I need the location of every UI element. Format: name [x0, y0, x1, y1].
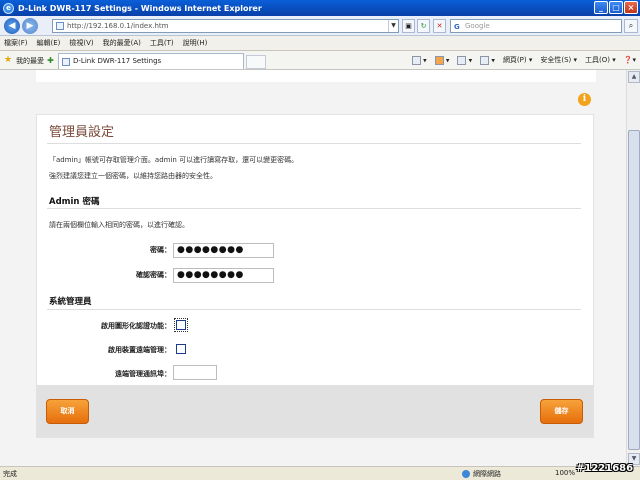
system-section-divider	[47, 309, 581, 310]
page-menu[interactable]: 網頁(P) ▾	[503, 55, 532, 65]
window-title: D-Link DWR-117 Settings - Windows Intern…	[18, 3, 262, 13]
admin-settings-panel: 管理員設定 「admin」帳號可存取管理介面。admin 可以進行讀寫存取，還可…	[36, 114, 594, 438]
search-placeholder: Google	[465, 22, 490, 30]
scrollbar-thumb[interactable]	[628, 130, 640, 450]
safety-menu[interactable]: 安全性(S) ▾	[540, 55, 577, 65]
menu-edit[interactable]: 編輯(E)	[37, 38, 61, 48]
command-bar: ▾ ▾ ▾ ▾ 網頁(P) ▾ 安全性(S) ▾ 工具(O) ▾ ❓▾	[411, 55, 636, 65]
remote-management-label: 啟用裝置遠端管理：	[108, 346, 171, 354]
google-icon: G	[454, 23, 460, 31]
page-title: 管理員設定	[49, 125, 115, 140]
zone-label: 網際網路	[473, 470, 501, 478]
confirm-password-label: 確認密碼：	[136, 271, 171, 279]
address-url: http://192.168.0.1/index.htm	[67, 22, 169, 30]
address-dropdown-icon[interactable]: ▼	[388, 20, 398, 32]
captcha-checkbox[interactable]	[174, 318, 188, 332]
remote-port-input[interactable]	[173, 365, 217, 380]
description-line-1: 「admin」帳號可存取管理介面。admin 可以進行讀寫存取，還可以變更密碼。	[49, 156, 299, 164]
forward-button[interactable]: ▶	[22, 18, 38, 34]
stop-icon[interactable]: ✕	[433, 19, 446, 33]
tab-page-icon	[62, 58, 70, 66]
captcha-label: 啟用圖形化認證功能：	[101, 322, 171, 330]
scroll-up-icon[interactable]: ▲	[628, 71, 640, 83]
mail-icon[interactable]: ▾	[457, 55, 472, 65]
remote-management-checkbox[interactable]	[176, 344, 186, 354]
admin-section-divider	[47, 208, 581, 209]
favorites-label[interactable]: 我的最愛	[16, 56, 44, 66]
info-icon[interactable]: i	[578, 93, 591, 106]
security-zone: 網際網路	[462, 469, 501, 479]
password-instruction: 請在兩個欄位輸入相同的密碼，以進行確認。	[49, 221, 189, 229]
page-menu-label: 網頁(P)	[502, 56, 527, 64]
window-title-bar: e D-Link DWR-117 Settings - Windows Inte…	[0, 0, 640, 16]
minimize-button[interactable]: _	[594, 1, 608, 14]
help-icon[interactable]: ❓▾	[624, 56, 636, 64]
menu-favorites[interactable]: 我的最愛(A)	[103, 38, 141, 48]
zoom-level[interactable]: 100%	[555, 469, 575, 477]
admin-password-heading: Admin 密碼	[49, 197, 100, 207]
status-bar: 完成 網際網路 100%	[0, 466, 640, 480]
tools-menu-label: 工具(O)	[585, 56, 611, 64]
close-window-button[interactable]: ×	[624, 1, 638, 14]
button-footer: 取消 儲存	[37, 385, 593, 437]
ie-logo-icon: e	[3, 2, 14, 14]
remote-port-label: 遠端管理通訊埠：	[115, 370, 171, 378]
vertical-scrollbar[interactable]: ▲ ▼	[626, 70, 640, 466]
menu-view[interactable]: 檢視(V)	[69, 38, 93, 48]
menu-bar: 檔案(F) 編輯(E) 檢視(V) 我的最愛(A) 工具(T) 說明(H)	[0, 36, 640, 51]
compat-view-icon[interactable]: ▣	[402, 19, 415, 33]
address-row: ◀ ▶ http://192.168.0.1/index.htm ▼ ▣ ↻ ✕…	[0, 16, 640, 36]
back-button[interactable]: ◀	[4, 18, 20, 34]
menu-help[interactable]: 說明(H)	[183, 38, 208, 48]
tab-title: D-Link DWR-117 Settings	[73, 57, 162, 65]
tab-dlink-settings[interactable]: D-Link DWR-117 Settings	[58, 53, 244, 69]
password-input[interactable]: ●●●●●●●●	[173, 243, 274, 258]
address-input[interactable]: http://192.168.0.1/index.htm ▼	[52, 19, 399, 33]
cancel-button[interactable]: 取消	[46, 399, 89, 424]
password-label: 密碼：	[150, 246, 171, 254]
maximize-button[interactable]: □	[609, 1, 623, 14]
globe-icon	[462, 470, 470, 478]
title-divider	[47, 143, 581, 144]
print-icon[interactable]: ▾	[480, 55, 495, 65]
favorites-bar: ★ 我的最愛 ✚ D-Link DWR-117 Settings ▾ ▾ ▾ ▾…	[0, 51, 640, 70]
status-text: 完成	[3, 470, 17, 478]
home-icon[interactable]: ▾	[411, 55, 427, 65]
page-icon	[56, 22, 64, 30]
description-line-2: 強烈建議您建立一個密碼，以維持您路由器的安全性。	[49, 172, 217, 180]
system-admin-heading: 系統管理員	[49, 297, 92, 307]
search-icon[interactable]: ⌕	[624, 19, 638, 33]
top-nav-strip	[36, 70, 596, 82]
feeds-icon[interactable]: ▾	[434, 55, 449, 65]
refresh-icon[interactable]: ↻	[417, 19, 430, 33]
menu-tools[interactable]: 工具(T)	[150, 38, 174, 48]
tools-menu[interactable]: 工具(O) ▾	[585, 55, 616, 65]
add-favorite-icon[interactable]: ✚	[45, 55, 56, 66]
confirm-password-input[interactable]: ●●●●●●●●	[173, 268, 274, 283]
watermark-text: #1221686	[576, 463, 634, 474]
new-tab-button[interactable]	[246, 55, 266, 69]
favorites-star-icon[interactable]: ★	[4, 55, 12, 65]
menu-file[interactable]: 檔案(F)	[4, 38, 28, 48]
safety-menu-label: 安全性(S)	[540, 56, 572, 64]
save-button[interactable]: 儲存	[540, 399, 583, 424]
search-input[interactable]: G Google	[450, 19, 622, 33]
page-viewport: i 管理員設定 「admin」帳號可存取管理介面。admin 可以進行讀寫存取，…	[0, 70, 626, 466]
